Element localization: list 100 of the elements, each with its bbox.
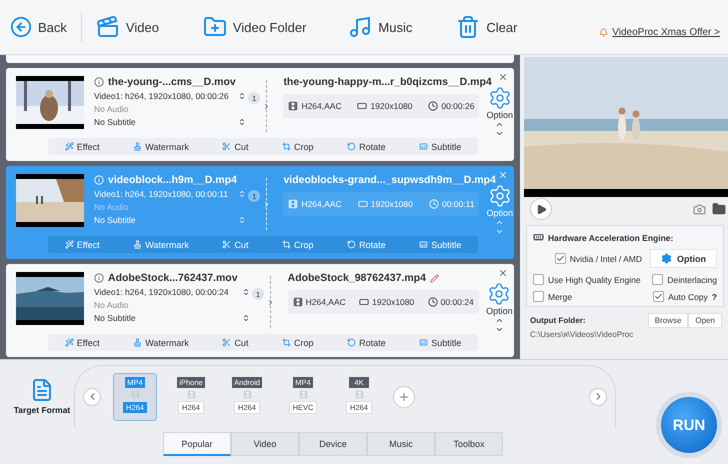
film-icon (298, 390, 308, 398)
category-tab[interactable]: Music (367, 432, 435, 456)
clock-icon (428, 101, 438, 111)
output-filename: AdobeStock_98762437.mp4 (288, 272, 426, 284)
close-icon[interactable] (498, 170, 508, 180)
checkbox[interactable] (533, 274, 544, 285)
play-button[interactable] (530, 198, 552, 220)
stamp-icon (133, 338, 142, 347)
category-tab[interactable]: Video (231, 432, 299, 456)
toolbar-button[interactable]: Clear (456, 15, 518, 39)
folder-icon[interactable] (712, 202, 726, 216)
resolution-text: 1920x1080 (372, 297, 414, 307)
film-icon (186, 390, 196, 398)
pencil-icon[interactable] (430, 274, 439, 282)
checkbox-label: Nvidia / Intel / AMD (570, 254, 642, 264)
checkbox[interactable] (533, 291, 544, 302)
output-filename: the-young-happy-m...r_b0qizcms__D.mp4 (283, 76, 492, 88)
move-down-icon[interactable] (494, 325, 504, 334)
previous-button[interactable] (83, 388, 101, 406)
toolbar-button[interactable]: Video (96, 15, 159, 39)
dropdown-icon[interactable] (238, 92, 246, 100)
stamp-icon (133, 240, 142, 249)
checkbox[interactable] (554, 253, 566, 264)
film-icon (354, 390, 364, 398)
target-format-label: Target Format (14, 404, 70, 414)
dropdown-icon[interactable] (242, 288, 250, 296)
info-icon (94, 77, 104, 87)
option-button[interactable]: Option (650, 249, 717, 268)
option-label: Option (486, 306, 513, 316)
move-down-icon[interactable] (495, 129, 504, 138)
clock-icon (428, 199, 439, 209)
edit-action[interactable]: Crop (282, 338, 314, 348)
duration-text: 00:00:11 (442, 199, 474, 209)
scissors-icon (222, 240, 232, 249)
camera-icon[interactable] (693, 202, 706, 216)
edit-action[interactable]: Rotate (347, 142, 386, 152)
back-button[interactable]: Back (10, 16, 67, 38)
rotate-icon (347, 338, 356, 347)
wand-icon (64, 240, 74, 249)
clock-icon (428, 297, 438, 307)
next-button[interactable] (589, 388, 607, 406)
add-music-icon (348, 15, 372, 39)
caption-icon (419, 142, 428, 151)
edit-action[interactable]: Subtitle (419, 142, 462, 152)
resolution-text: 1920x1080 (370, 199, 413, 209)
toolbar-button[interactable]: Music (348, 15, 412, 39)
add-format-button[interactable] (393, 386, 415, 408)
dropdown-icon[interactable] (242, 314, 250, 322)
trash-icon (456, 15, 480, 39)
rotate-icon (347, 142, 356, 151)
subtitle-track: No Subtitle (94, 215, 136, 225)
codec-text: H264,AAC (301, 199, 342, 209)
browse-button[interactable]: Browse (648, 313, 688, 328)
scissors-icon (222, 142, 232, 151)
memory-chip-icon (533, 232, 544, 243)
wand-icon (64, 338, 74, 347)
move-up-icon[interactable] (494, 316, 504, 325)
info-icon (94, 273, 104, 283)
edit-action[interactable]: Cut (222, 142, 248, 152)
move-up-icon[interactable] (495, 120, 504, 129)
edit-action[interactable]: Cut (222, 338, 248, 348)
dropdown-icon[interactable] (238, 118, 246, 126)
checkbox-label: Auto Copy (668, 292, 708, 302)
output-folder-label: Output Folder: (530, 316, 586, 325)
source-filename: the-young-...cms__D.mov (108, 76, 236, 88)
edit-action[interactable]: Subtitle (419, 338, 462, 348)
output-path: C:\Users\я\Videos\VideoProc (530, 330, 634, 339)
offer-link[interactable]: VideoProc Xmas Offer > (612, 26, 720, 38)
edit-action[interactable]: Rotate (347, 338, 386, 348)
film-icon (242, 390, 252, 398)
category-tab[interactable]: Popular (163, 432, 231, 456)
wand-icon (64, 142, 74, 151)
close-icon[interactable] (498, 268, 508, 278)
edit-action[interactable]: Effect (64, 338, 100, 348)
duration-text: 00:00:26 (441, 101, 474, 111)
toolbar-button[interactable]: Video Folder (202, 15, 306, 39)
edit-action[interactable]: Watermark (133, 338, 189, 348)
codec-gear-icon[interactable] (488, 184, 512, 208)
edit-action[interactable]: Effect (64, 142, 100, 152)
category-tab[interactable]: Device (299, 432, 367, 456)
codec-gear-icon[interactable] (488, 86, 512, 110)
help-mark[interactable]: ? (712, 292, 717, 302)
option-label: Option (486, 110, 513, 120)
checkbox[interactable] (652, 274, 664, 285)
open-button[interactable]: Open (688, 313, 722, 328)
checkbox[interactable] (653, 291, 664, 302)
gear-icon (661, 253, 672, 264)
codec-gear-icon[interactable] (487, 282, 512, 306)
crop-icon (282, 338, 292, 347)
plus-icon (398, 390, 410, 402)
stamp-icon (133, 142, 142, 151)
close-icon[interactable] (498, 72, 508, 82)
edit-action[interactable]: Watermark (133, 142, 189, 152)
category-tab[interactable]: Toolbox (435, 432, 503, 456)
codec-text: H264,AAC (306, 297, 346, 307)
edit-action[interactable]: Crop (282, 142, 314, 152)
audio-track: No Audio (94, 202, 128, 212)
format-document-icon[interactable] (30, 378, 54, 402)
codec-text: H264,AAC (301, 101, 342, 111)
option-label: Option (486, 208, 513, 218)
